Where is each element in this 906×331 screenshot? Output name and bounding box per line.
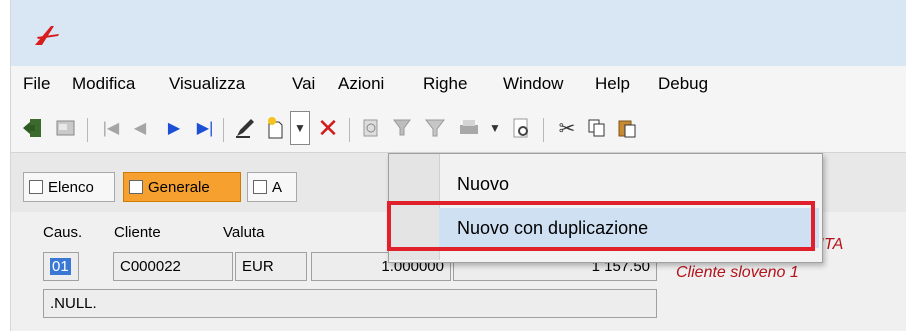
app-window: File Modifica Visualizza Vai Azioni Righ… [10, 0, 906, 331]
cliente-nome-text: Cliente sloveno 1 [676, 264, 799, 281]
form-icon [129, 180, 143, 194]
causale-value: 01 [50, 258, 71, 275]
menu-modifica[interactable]: Modifica [72, 74, 135, 94]
view-elenco-label: Elenco [48, 178, 94, 196]
copy-icon[interactable] [583, 111, 611, 145]
new-icon[interactable] [261, 111, 289, 145]
properties-icon[interactable] [51, 111, 81, 145]
previous-record-icon[interactable]: ◀ [127, 111, 153, 145]
valuta-value: EUR [242, 258, 274, 275]
edit-icon[interactable] [231, 111, 259, 145]
menu-item-nuovo-duplicazione[interactable]: Nuovo con duplicazione [439, 208, 819, 248]
exit-icon[interactable] [17, 111, 47, 145]
menu-visualizza[interactable]: Visualizza [169, 74, 245, 94]
funnel-icon[interactable] [421, 111, 449, 145]
new-dropdown-menu: Nuovo Nuovo con duplicazione [388, 153, 823, 263]
cliente-label: Cliente [114, 224, 161, 241]
menu-file[interactable]: File [23, 74, 50, 94]
list-icon [29, 180, 43, 194]
new-dropdown-arrow-icon[interactable]: ▼ [290, 111, 310, 145]
note-field[interactable]: .NULL. [43, 289, 657, 318]
delete-icon[interactable]: ✕ [314, 111, 342, 145]
valuta-field[interactable]: EUR [235, 252, 307, 281]
note-value: .NULL. [50, 295, 97, 312]
last-record-icon[interactable]: ▶| [191, 111, 219, 145]
causale-field[interactable]: 01 [43, 252, 79, 281]
refresh-icon[interactable] [357, 111, 385, 145]
menu-vai[interactable]: Vai [292, 74, 315, 94]
cliente-value: C000022 [120, 258, 181, 275]
next-record-icon[interactable]: ▶ [161, 111, 187, 145]
menu-righe[interactable]: Righe [423, 74, 467, 94]
first-record-icon[interactable]: |◀ [97, 111, 125, 145]
view-generale-button[interactable]: Generale [123, 172, 241, 202]
valuta-label: Valuta [223, 224, 265, 241]
view-elenco-button[interactable]: Elenco [23, 172, 115, 202]
menu-window[interactable]: Window [503, 74, 563, 94]
print-dropdown-arrow-icon[interactable]: ▼ [487, 111, 503, 145]
print-icon[interactable] [455, 111, 483, 145]
view-third-button[interactable]: A [247, 172, 297, 202]
menu-gutter [389, 154, 440, 260]
menu-azioni[interactable]: Azioni [338, 74, 384, 94]
menu-bar: File Modifica Visualizza Vai Azioni Righ… [11, 66, 906, 106]
form-icon-2 [253, 180, 267, 194]
causale-label: Caus. [43, 224, 83, 241]
view-third-label: A [272, 178, 283, 196]
app-logo-icon [35, 26, 59, 45]
title-bar [11, 0, 906, 66]
paste-icon[interactable] [613, 111, 641, 145]
menu-debug[interactable]: Debug [658, 74, 708, 94]
preview-icon[interactable] [507, 111, 535, 145]
toolbar: |◀ ◀ ▶ ▶| ▼ ✕ ▼ ✂ [11, 106, 906, 152]
cut-icon[interactable]: ✂ [553, 111, 581, 145]
filter-icon[interactable] [389, 111, 417, 145]
menu-help[interactable]: Help [595, 74, 630, 94]
cliente-field[interactable]: C000022 [113, 252, 233, 281]
menu-item-nuovo[interactable]: Nuovo [439, 164, 819, 204]
view-generale-label: Generale [148, 178, 210, 196]
